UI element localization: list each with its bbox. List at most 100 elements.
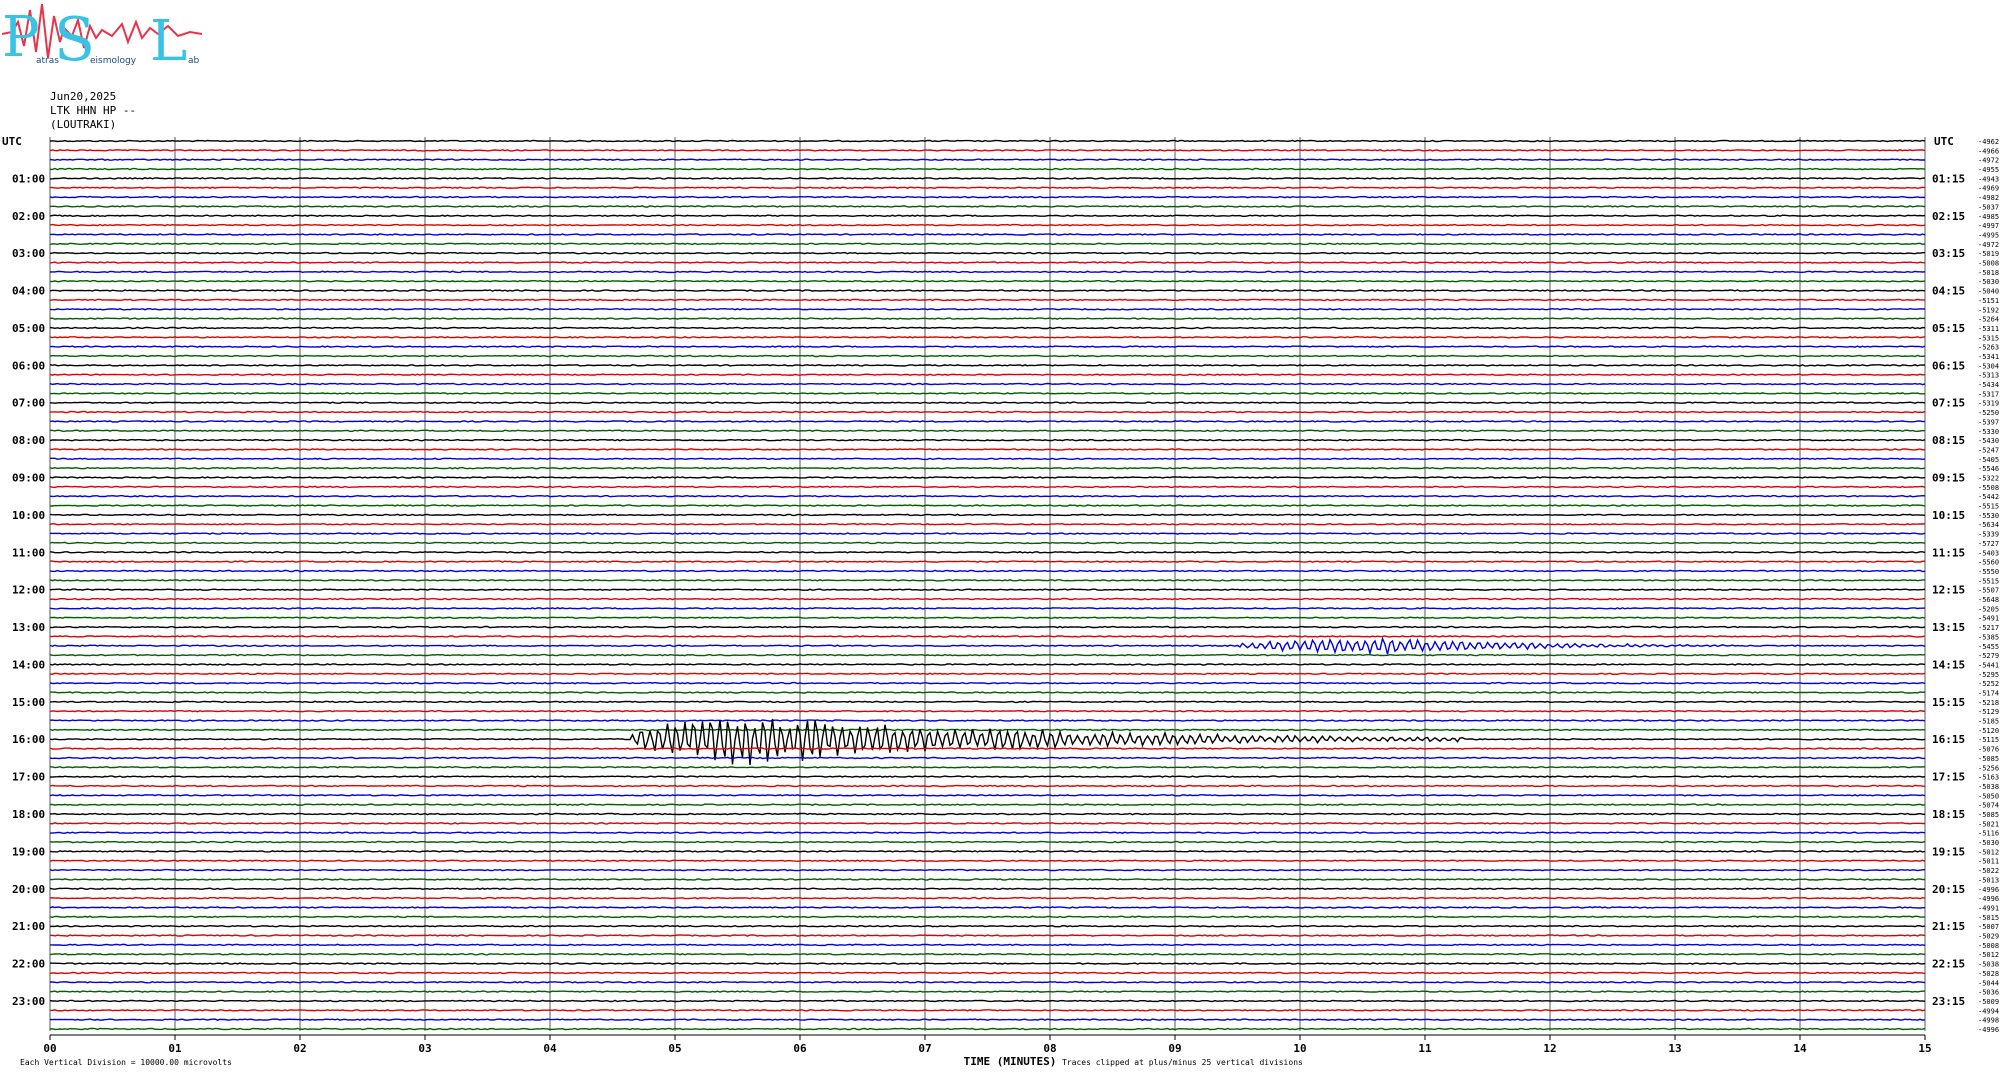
hour-label-left: 14:00	[12, 658, 45, 671]
hour-label-left: 05:00	[12, 322, 45, 335]
trace-row	[49, 205, 1926, 208]
trace-row	[49, 635, 1926, 638]
trace-row	[49, 373, 1926, 376]
row-offset-value: -5252	[1978, 680, 1999, 688]
trace-row	[49, 541, 1926, 545]
row-offset-value: -5507	[1978, 587, 1999, 595]
row-offset-value: -5441	[1978, 661, 1999, 669]
hour-label-left: 15:00	[12, 696, 45, 709]
x-tick-label: 06	[793, 1042, 807, 1055]
row-offset-value: -5442	[1978, 493, 1999, 501]
row-offset-value: -5037	[1978, 203, 1999, 211]
trace-row	[49, 223, 1926, 227]
hour-label-right: 17:15	[1932, 771, 1965, 784]
trace-row	[49, 868, 1926, 872]
trace-row	[50, 943, 1926, 947]
x-tick-label: 01	[168, 1042, 182, 1055]
row-offset-value: -5018	[1978, 269, 1999, 277]
row-offset-value: -5313	[1978, 372, 1999, 380]
row-offset-value: -5317	[1978, 390, 1999, 398]
trace-row	[49, 270, 1926, 274]
trace-row	[49, 636, 1926, 656]
row-offset-value: -5430	[1978, 437, 1999, 445]
hour-label-left: 19:00	[12, 845, 45, 858]
row-offset-value: -5634	[1978, 521, 1999, 529]
row-offset-value: -5263	[1978, 344, 1999, 352]
x-tick-label: 09	[1168, 1042, 1181, 1055]
trace-row	[49, 653, 1926, 657]
hour-label-left: 21:00	[12, 920, 45, 933]
hour-label-left: 07:00	[12, 397, 45, 410]
trace-row	[49, 261, 1926, 264]
row-offset-value: -4991	[1978, 904, 1999, 912]
trace-row	[49, 494, 1926, 498]
trace-row	[49, 700, 1926, 704]
hour-label-left: 04:00	[12, 285, 45, 298]
x-tick-label: 10	[1293, 1042, 1306, 1055]
row-offset-value: -5304	[1978, 362, 1999, 370]
row-offset-value: -5076	[1978, 746, 1999, 754]
trace-row	[50, 392, 1925, 395]
row-offset-value: -5011	[1978, 858, 1999, 866]
row-offset-value: -5192	[1978, 306, 1999, 314]
trace-row	[50, 812, 1926, 816]
hour-label-left: 03:00	[12, 247, 45, 260]
trace-row	[49, 177, 1925, 180]
row-offset-value: -4997	[1978, 222, 1999, 230]
hour-label-left: 09:00	[12, 472, 45, 485]
hour-label-right: 22:15	[1932, 958, 1965, 971]
trace-row	[49, 765, 1926, 769]
hour-label-left: 12:00	[12, 584, 45, 597]
x-tick-label: 12	[1543, 1042, 1556, 1055]
row-offset-value: -4962	[1978, 138, 1999, 146]
row-offset-value: -5038	[1978, 783, 1999, 791]
hour-label-right: 03:15	[1932, 247, 1965, 260]
x-tick-label: 03	[418, 1042, 431, 1055]
row-offset-value: -4982	[1978, 194, 1999, 202]
hour-label-right: 19:15	[1932, 845, 1965, 858]
row-offset-value: -5515	[1978, 503, 1999, 511]
trace-row	[49, 242, 1926, 246]
hour-label-right: 01:15	[1932, 172, 1965, 185]
trace-row	[49, 822, 1925, 825]
row-offset-value: -5085	[1978, 755, 1999, 763]
hour-label-right: 07:15	[1932, 397, 1965, 410]
trace-row	[49, 990, 1926, 993]
row-offset-value: -4995	[1978, 231, 1999, 239]
trace-row	[49, 279, 1926, 283]
row-offset-value: -5036	[1978, 989, 1999, 997]
trace-row	[49, 597, 1926, 601]
x-tick-label: 11	[1418, 1042, 1432, 1055]
hour-label-left: 23:00	[12, 995, 45, 1008]
row-offset-value: -5311	[1978, 325, 1999, 333]
trace-row	[49, 233, 1926, 236]
trace-row	[49, 569, 1926, 573]
trace-row	[49, 850, 1926, 853]
trace-row	[49, 298, 1926, 302]
trace-row	[49, 887, 1926, 891]
row-offset-value: -5074	[1978, 802, 1999, 810]
hour-label-left: 13:00	[12, 621, 45, 634]
hour-label-right: 12:15	[1932, 584, 1965, 597]
trace-row	[50, 560, 1926, 563]
trace-row	[49, 1027, 1926, 1031]
row-offset-value: -5515	[1978, 577, 1999, 585]
trace-row	[49, 382, 1926, 386]
row-offset-value: -4943	[1978, 175, 1999, 183]
trace-row	[49, 420, 1926, 423]
trace-row	[49, 906, 1926, 909]
trace-row	[49, 663, 1926, 666]
row-offset-value: -5038	[1978, 961, 1999, 969]
trace-row	[49, 625, 1926, 629]
hour-label-left: 20:00	[12, 883, 45, 896]
row-offset-value: -5264	[1978, 316, 1999, 324]
trace-row	[49, 681, 1926, 685]
row-offset-value: -4985	[1978, 213, 1999, 221]
row-offset-value: -5129	[1978, 708, 1999, 716]
hour-label-left: 02:00	[12, 210, 45, 223]
row-offset-value: -5029	[1978, 933, 1999, 941]
trace-row	[49, 924, 1926, 928]
trace-row	[49, 307, 1926, 311]
row-offset-value: -5319	[1978, 400, 1999, 408]
trace-row	[49, 214, 1926, 218]
